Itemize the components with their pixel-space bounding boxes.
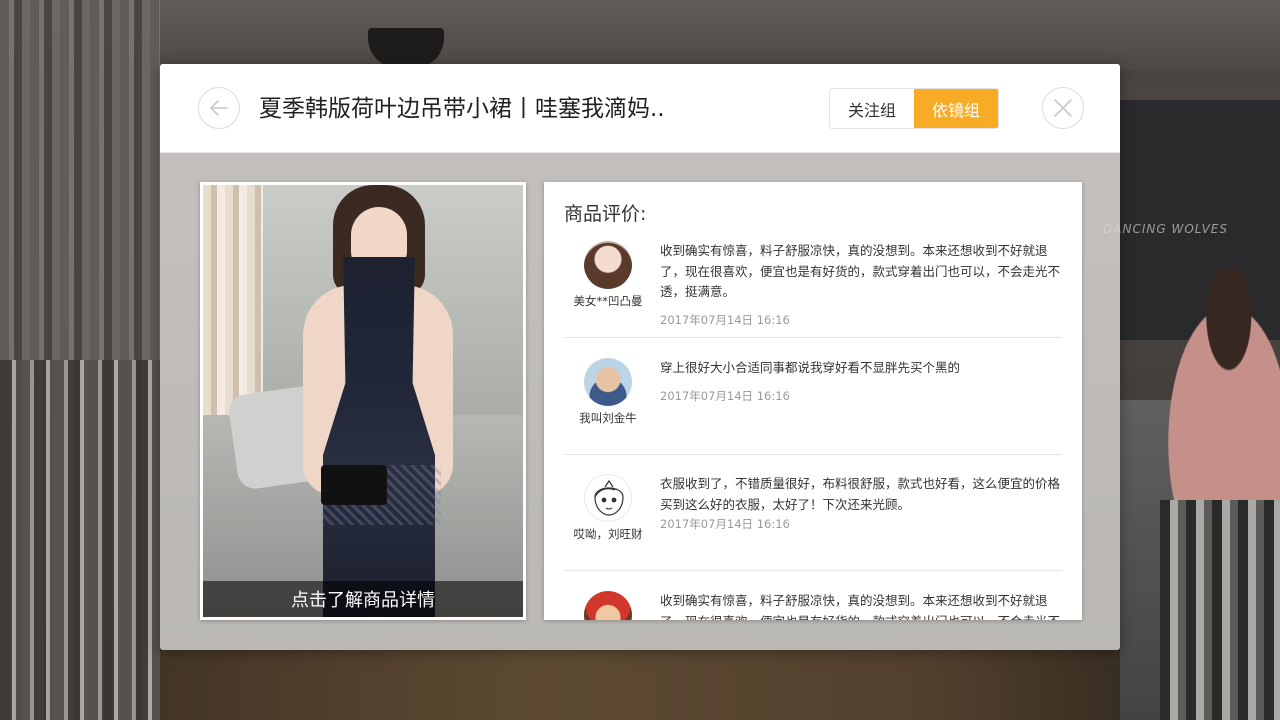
avatar[interactable] [584,241,632,289]
tab-follow-group[interactable]: 关注组 [830,89,914,128]
modal-header: 夏季韩版荷叶边吊带小裙丨哇塞我滴妈.. 关注组 依镜组 [160,64,1120,153]
product-title: 夏季韩版荷叶边吊带小裙丨哇塞我滴妈.. [259,96,665,122]
avatar[interactable] [584,358,632,406]
review-nickname: 我叫刘金牛 [579,411,637,425]
review-time: 2017年07月14日 16:16 [660,389,790,403]
review-item: 哎呦，刘旺财 衣服收到了，不错质量很好，布料很舒服，款式也好看，这么便宜的价格买… [564,474,1062,571]
review-item: 我叫刘金牛 穿上很好大小合适同事都说我穿好看不显胖先买个黑的 2017年07月1… [564,358,1062,455]
product-modal: 夏季韩版荷叶边吊带小裙丨哇塞我滴妈.. 关注组 依镜组 点击了解商品详情 商品评… [160,64,1120,650]
review-text: 收到确实有惊喜，料子舒服凉快，真的没想到。本来还想收到不好就退了，现在很喜欢，便… [660,243,1061,299]
back-button[interactable] [198,87,240,129]
review-text: 衣服收到了，不错质量很好，布料很舒服，款式也好看，这么便宜的价格买到这么好的衣服… [660,476,1061,512]
review-item: 收到确实有惊喜，料子舒服凉快，真的没想到。本来还想收到不好就退了，现在很喜欢，便… [564,591,1062,620]
review-nickname: 哎呦，刘旺财 [573,527,643,541]
review-time: 2017年07月14日 16:16 [660,313,790,327]
close-button[interactable] [1042,87,1084,129]
group-tabs: 关注组 依镜组 [829,88,999,129]
reviews-title: 商品评价: [564,203,647,225]
review-text: 穿上很好大小合适同事都说我穿好看不显胖先买个黑的 [660,360,961,375]
product-image-card[interactable]: 点击了解商品详情 [200,182,526,620]
review-text: 收到确实有惊喜，料子舒服凉快，真的没想到。本来还想收到不好就退了，现在很喜欢，便… [660,593,1060,620]
review-nickname: 美女**凹凸曼 [573,294,643,308]
model-handbag [321,465,387,505]
review-item: 美女**凹凸曼 收到确实有惊喜，料子舒服凉快，真的没想到。本来还想收到不好就退了… [564,241,1062,338]
avatar[interactable] [584,591,632,620]
review-time: 2017年07月14日 16:16 [660,517,790,531]
product-photo: 点击了解商品详情 [203,185,523,617]
arrow-left-icon [210,100,228,116]
cartoon-avatar-icon [594,479,624,516]
avatar[interactable] [584,474,632,522]
tab-mirror-group[interactable]: 依镜组 [914,89,998,128]
reviews-panel: 商品评价: 美女**凹凸曼 收到确实有惊喜，料子舒服凉快，真的没想到。本来还想收… [544,182,1082,620]
close-icon [1054,99,1072,117]
product-detail-link[interactable]: 点击了解商品详情 [203,581,523,617]
